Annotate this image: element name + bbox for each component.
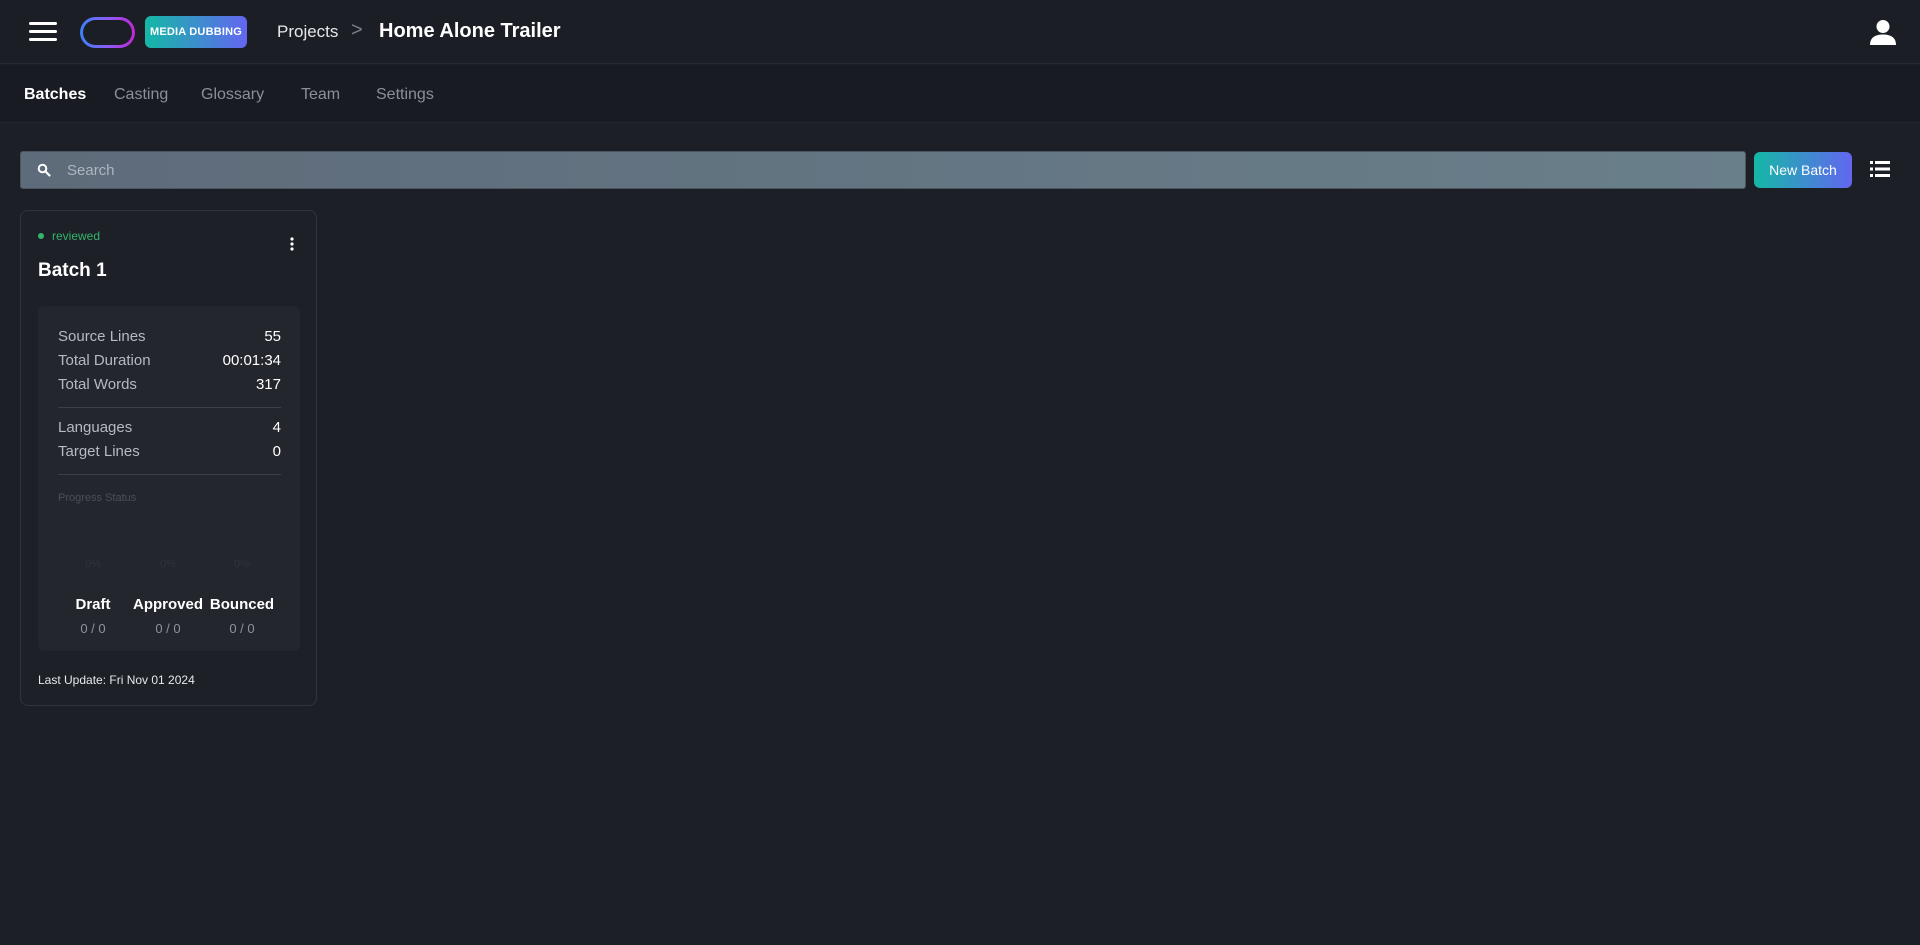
batch-title: Batch 1	[38, 260, 107, 281]
stat-row-total-duration: Total Duration 00:01:34	[58, 352, 281, 369]
page-title: Home Alone Trailer	[379, 20, 561, 42]
product-badge: MEDIA DUBBING	[145, 16, 247, 48]
status-text: reviewed	[52, 229, 101, 243]
tab-casting[interactable]: Casting	[114, 86, 168, 104]
tab-settings[interactable]: Settings	[376, 86, 434, 104]
breadcrumb-chevron-icon: >	[351, 19, 363, 41]
draft-label: Draft	[75, 596, 111, 613]
stat-label: Source Lines	[58, 328, 146, 345]
stat-label: Total Words	[58, 376, 137, 393]
list-view-icon[interactable]	[1870, 161, 1890, 177]
stat-value: 55	[264, 328, 281, 345]
tab-team[interactable]: Team	[301, 86, 340, 104]
tab-bar: Batches Casting Glossary Team Settings	[0, 65, 1920, 123]
approved-percent: 0%	[160, 558, 176, 570]
stat-row-target-lines: Target Lines 0	[58, 443, 281, 460]
search-input[interactable]	[67, 152, 1727, 188]
approved-count: 0 / 0	[155, 621, 181, 636]
divider	[58, 407, 281, 408]
divider	[58, 474, 281, 475]
stat-label: Total Duration	[58, 352, 151, 369]
draft-count: 0 / 0	[80, 621, 106, 636]
draft-percent: 0%	[85, 558, 101, 570]
last-update-text: Last Update: Fri Nov 01 2024	[38, 673, 195, 687]
tab-glossary[interactable]: Glossary	[201, 86, 264, 104]
breadcrumb-projects-link[interactable]: Projects	[277, 22, 338, 42]
stat-row-source-lines: Source Lines 55	[58, 328, 281, 345]
top-bar: MEDIA DUBBING Projects > Home Alone Trai…	[0, 0, 1920, 64]
search-bar[interactable]	[20, 151, 1746, 189]
hamburger-menu-icon[interactable]	[29, 21, 57, 43]
progress-status-label: Progress Status	[58, 492, 137, 504]
stat-value: 317	[255, 376, 281, 393]
batch-stats-panel: Source Lines 55 Total Duration 00:01:34 …	[38, 306, 300, 651]
stat-row-total-words: Total Words 317	[58, 376, 281, 393]
bounced-label: Bounced	[209, 596, 275, 613]
batch-card[interactable]: reviewed Batch 1 Source Lines 55 Total D…	[20, 210, 317, 706]
bounced-count: 0 / 0	[229, 621, 255, 636]
new-batch-button[interactable]: New Batch	[1754, 152, 1852, 188]
stat-label: Languages	[58, 419, 133, 436]
user-icon[interactable]	[1870, 19, 1896, 45]
stat-value: 0	[272, 443, 281, 460]
stat-value: 4	[272, 419, 281, 436]
search-icon	[37, 163, 51, 177]
stat-label: Target Lines	[58, 443, 140, 460]
stat-row-languages: Languages 4	[58, 419, 281, 436]
stat-value: 00:01:34	[222, 352, 281, 369]
more-vertical-icon[interactable]	[289, 237, 295, 251]
status-badge: reviewed	[38, 229, 100, 243]
tab-batches[interactable]: Batches	[24, 86, 86, 104]
status-dot-icon	[38, 233, 44, 239]
bounced-percent: 0%	[234, 558, 250, 570]
approved-label: Approved	[132, 596, 203, 613]
logo-icon[interactable]	[80, 17, 135, 48]
